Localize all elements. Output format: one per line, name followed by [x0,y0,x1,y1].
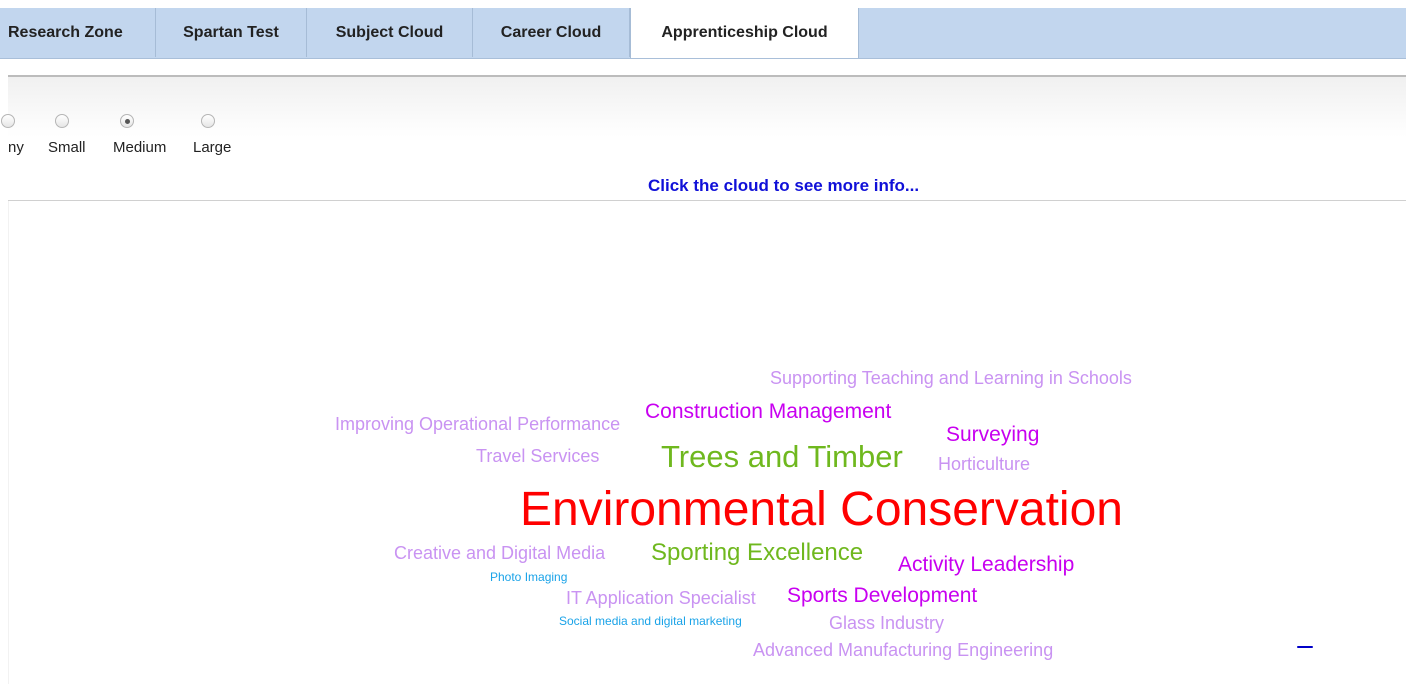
cloud-word[interactable]: Sports Development [787,585,977,606]
tab-subject-cloud[interactable]: Subject Cloud [307,8,473,57]
cloud-word[interactable]: Surveying [946,424,1039,445]
size-label-tiny: ny [8,139,24,156]
size-label-large: Large [193,139,232,156]
size-radio-large[interactable] [201,114,215,128]
cursor-mark [1297,646,1313,648]
cloud-word[interactable]: Trees and Timber [661,441,903,472]
cloud-word[interactable]: Sporting Excellence [651,541,863,565]
cloud-word[interactable]: Activity Leadership [898,554,1074,575]
size-radio-tiny[interactable] [1,114,15,128]
size-radio-medium[interactable] [120,114,134,128]
cloud-word[interactable]: Improving Operational Performance [335,415,620,433]
tab-spartan-test[interactable]: Spartan Test [156,8,307,57]
cloud-word[interactable]: Social media and digital marketing [559,615,742,627]
cloud-word[interactable]: Environmental Conservation [520,486,1123,534]
cloud-word[interactable]: Construction Management [645,401,891,422]
cloud-word[interactable]: Glass Industry [829,614,944,632]
size-label-medium: Medium [113,139,167,156]
size-label-small: Small [48,139,86,156]
tab-research-zone[interactable]: Research Zone [0,8,156,57]
tab-bar: Research Zone Spartan Test Subject Cloud… [0,8,1406,59]
radio-selected-dot [125,119,130,124]
header-separator [8,200,1406,201]
cloud-word[interactable]: Supporting Teaching and Learning in Scho… [770,369,1132,387]
tab-apprenticeship-cloud[interactable]: Apprenticeship Cloud [630,8,859,58]
cloud-word[interactable]: Travel Services [476,447,599,465]
cloud-word[interactable]: Advanced Manufacturing Engineering [753,641,1053,659]
size-radio-small[interactable] [55,114,69,128]
cloud-hint-text: Click the cloud to see more info... [648,176,920,195]
cloud-word[interactable]: Horticulture [938,455,1030,473]
cloud-word[interactable]: IT Application Specialist [566,589,756,607]
cloud-left-edge [8,201,9,684]
tab-career-cloud[interactable]: Career Cloud [473,8,630,57]
cloud-word[interactable]: Creative and Digital Media [394,544,605,562]
cloud-word[interactable]: Photo Imaging [490,571,567,583]
